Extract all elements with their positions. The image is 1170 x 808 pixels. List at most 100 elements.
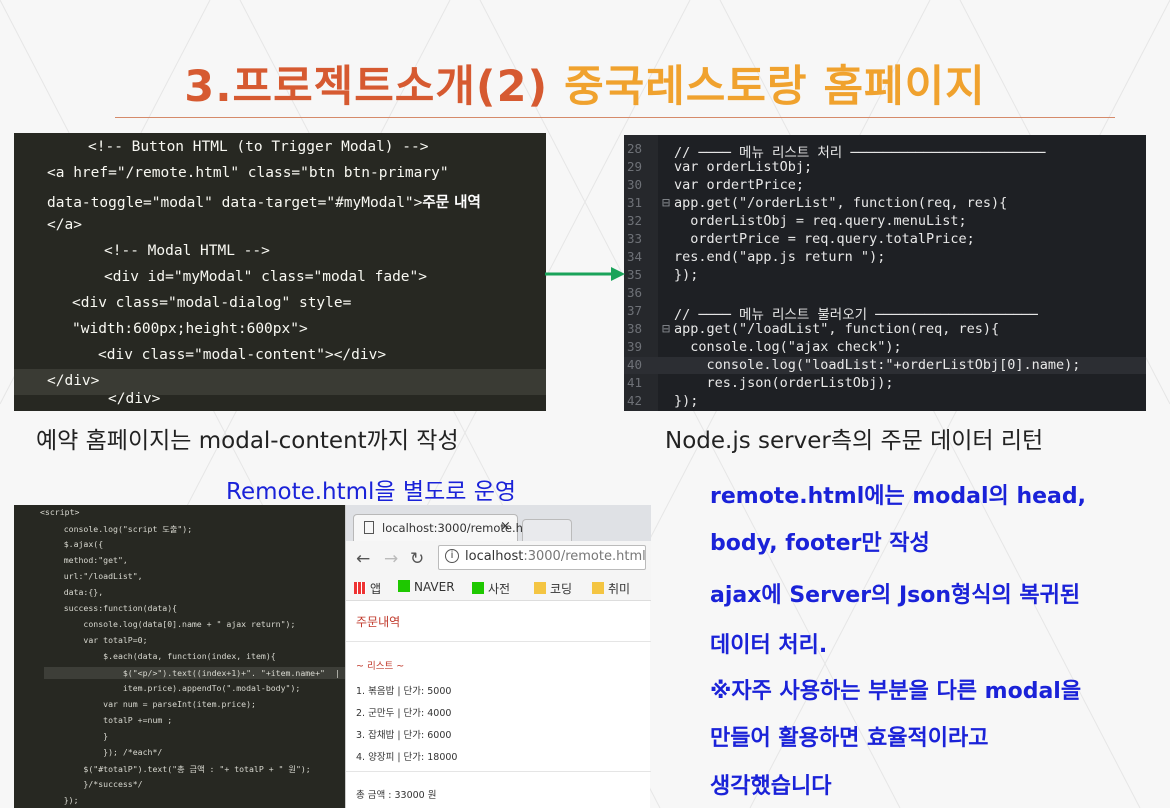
browser-window: localhost:3000/remote.h × ← → ↻ i localh… [345, 505, 651, 808]
title-part-1: 3.프로젝트소개(2) [184, 62, 549, 112]
divider [346, 641, 651, 642]
bookmark-dictionary[interactable]: 사전 [472, 580, 510, 597]
tab-bar: localhost:3000/remote.h × [346, 505, 651, 541]
bookmark-hobby[interactable]: 취미 [592, 580, 630, 597]
remote-caption: Remote.html을 별도로 운영 [226, 479, 517, 505]
note-line: ajax에 Server의 Json형식의 복귀된 [710, 583, 1081, 608]
note-line: ※자주 사용하는 부분을 다른 modal을 [710, 679, 1082, 704]
code-line: <div class="modal-content"></div> [98, 347, 387, 363]
divider [346, 771, 651, 772]
line-number: 32 [627, 213, 643, 228]
dictionary-icon [472, 582, 484, 594]
code-text: data-toggle="modal" data-target="#myModa… [47, 195, 423, 211]
code-line: res.end("app.js return "); [674, 249, 886, 265]
forward-icon[interactable]: → [384, 549, 398, 569]
code-line: }); [674, 267, 699, 283]
bookmark-label: 취미 [608, 582, 631, 596]
code-line: <script> [40, 507, 80, 517]
bookmark-label: 앱 [370, 582, 382, 596]
code-line-highlighted: </div> [14, 369, 546, 395]
code-line: </div> [108, 391, 161, 407]
code-line: data-toggle="modal" data-target="#myModa… [47, 191, 481, 212]
caption-right: Node.js server측의 주문 데이터 리턴 [665, 428, 1044, 454]
line-number: 36 [627, 285, 643, 300]
code-line: item.price).appendTo(".modal-body"); [44, 683, 301, 693]
code-line: orderListObj = req.query.menuList; [674, 213, 967, 229]
list-header: ~ 리스트 ~ [356, 661, 405, 672]
code-line: } [44, 731, 109, 741]
code-line: <div class="modal-dialog" style= [72, 295, 352, 311]
line-number: 34 [627, 249, 643, 264]
remote-page: 주문내역 ~ 리스트 ~ 1. 볶음밥 | 단가: 5000 2. 군만두 | … [346, 601, 651, 808]
code-line: app.get("/loadList", function(req, res){ [674, 321, 1000, 337]
title-divider [115, 117, 1115, 118]
total-price: 총 금액 : 33000 원 [356, 790, 437, 801]
browser-tab[interactable]: localhost:3000/remote.h × [353, 514, 523, 541]
bookmark-label: 코딩 [550, 582, 573, 596]
note-line: remote.html에는 modal의 head, [710, 484, 1086, 509]
code-line: $.ajax({ [44, 539, 104, 549]
back-icon[interactable]: ← [356, 549, 370, 569]
line-number: 39 [627, 339, 643, 354]
document-icon [364, 521, 374, 534]
line-number: 30 [627, 177, 643, 192]
code-line: success:function(data){ [44, 603, 178, 613]
code-line: url:"/loadList", [44, 571, 143, 581]
title-part-2: 중국레스토랑 홈페이지 [564, 62, 986, 112]
code-line: var ordertPrice; [674, 177, 805, 193]
address-bar: ← → ↻ i localhost:3000/remote.html [346, 541, 651, 575]
code-line: </a> [47, 217, 82, 233]
code-line: app.get("/orderList", function(req, res)… [674, 195, 1008, 211]
code-line: }); [44, 795, 79, 805]
code-line: console.log(data[0].name + " ajax return… [44, 619, 296, 629]
code-line: var totalP=0; [44, 635, 148, 645]
arrow-right-icon [545, 267, 625, 281]
code-line: var orderListObj; [674, 159, 813, 175]
list-item: 3. 잡채밥 | 단가: 6000 [356, 730, 452, 741]
page-title: 3.프로젝트소개(2) 중국레스토랑 홈페이지 [0, 52, 1170, 114]
code-line: totalP +=num ; [44, 715, 173, 725]
list-item: 1. 볶음밥 | 단가: 5000 [356, 686, 452, 697]
code-line: res.json(orderListObj); [674, 375, 894, 391]
line-number: 38 [627, 321, 643, 336]
reload-icon[interactable]: ↻ [410, 549, 424, 569]
code-line: var num = parseInt(item.price); [44, 699, 256, 709]
folder-icon [592, 582, 604, 594]
bookmarks-bar: 앱 NAVER 사전 코딩 취미 [346, 575, 651, 601]
new-tab-button[interactable] [522, 519, 572, 541]
code-bold-text: 주문 내역 [422, 195, 481, 211]
code-line: method:"get", [44, 555, 128, 565]
bookmark-label: NAVER [414, 580, 455, 594]
note-line: 생각했습니다 [710, 774, 832, 799]
fold-icon[interactable]: ⊟ [662, 321, 670, 337]
fold-icon[interactable]: ⊟ [662, 195, 670, 211]
code-line: <div id="myModal" class="modal fade"> [104, 269, 428, 285]
code-line: console.log("loadList:"+orderListObj[0].… [674, 357, 1081, 373]
line-number: 28 [627, 141, 643, 156]
bookmark-apps[interactable]: 앱 [354, 580, 381, 597]
code-line: // ──── 메뉴 리스트 처리 ──────────────────────… [674, 145, 1046, 161]
modal-header: 주문내역 [356, 615, 401, 629]
info-icon[interactable]: i [445, 549, 459, 563]
html-code-block: <!-- Button HTML (to Trigger Modal) --> … [14, 133, 546, 411]
line-number: 41 [627, 375, 643, 390]
code-line: $("#totalP").text("총 금액 : "+ totalP + " … [44, 764, 311, 774]
bookmark-naver[interactable]: NAVER [398, 580, 455, 594]
note-line: body, footer만 작성 [710, 531, 930, 556]
url-input[interactable]: i localhost:3000/remote.html [438, 545, 646, 570]
line-number: 40 [627, 357, 643, 372]
line-number: 35 [627, 267, 643, 282]
code-line: }); [674, 393, 699, 409]
code-line: data:{}, [44, 587, 104, 597]
code-line: console.log("script 도출"); [44, 524, 193, 534]
code-line: $.each(data, function(index, item){ [44, 651, 276, 661]
note-line: 만들어 활용하면 효율적이라고 [710, 726, 989, 751]
bookmark-coding[interactable]: 코딩 [534, 580, 572, 597]
close-icon[interactable]: × [500, 519, 511, 534]
script-code-block: <script> console.log("script 도출"); $.aja… [14, 505, 351, 808]
code-line: "width:600px;height:600px"> [72, 321, 308, 337]
code-line: }); /*each*/ [44, 747, 163, 757]
url-host: localhost [465, 549, 524, 564]
code-line: <a href="/remote.html" class="btn btn-pr… [47, 165, 449, 181]
note-line: 데이터 처리. [710, 633, 828, 658]
